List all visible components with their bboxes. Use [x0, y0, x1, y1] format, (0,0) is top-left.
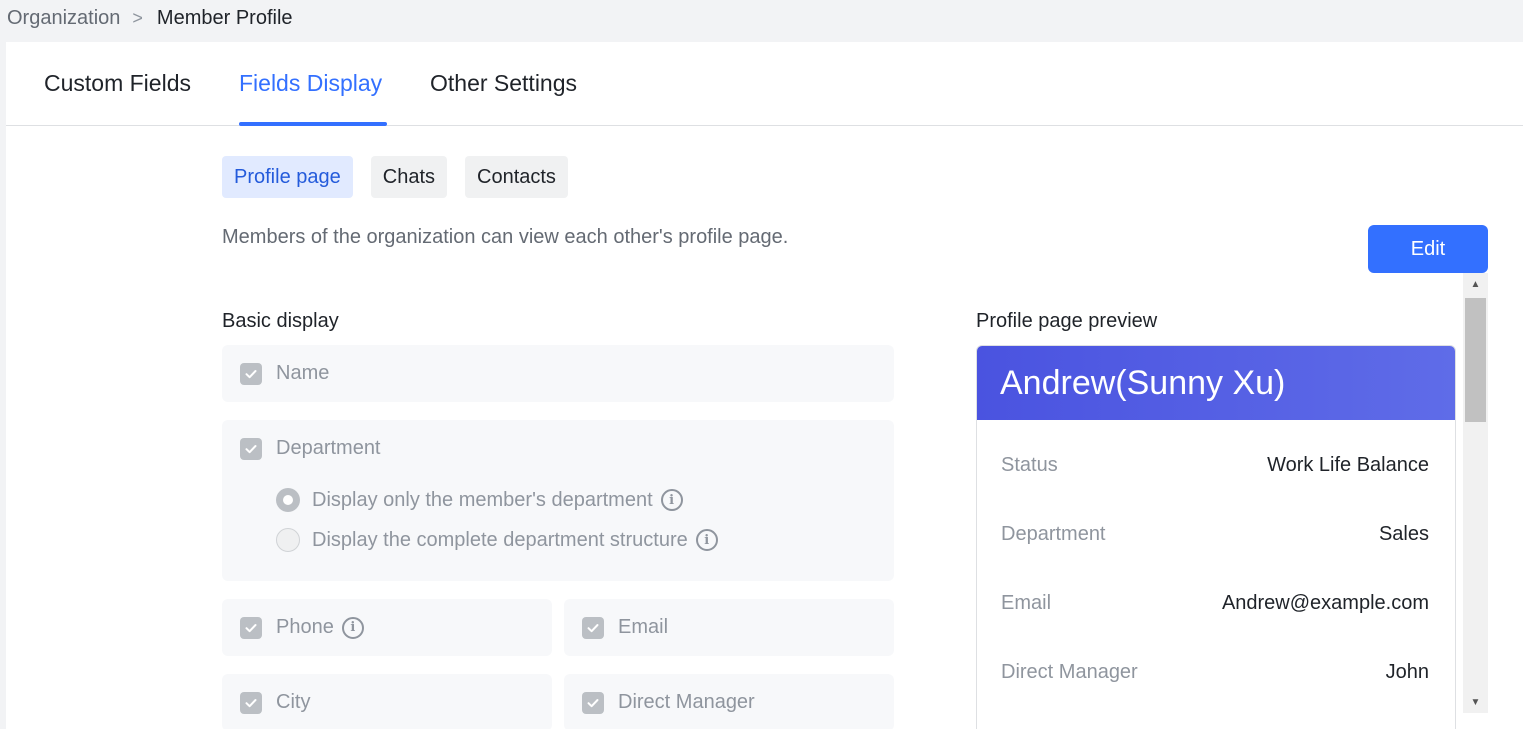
subtab-profile-page[interactable]: Profile page — [222, 156, 353, 198]
preview-header: Andrew(Sunny Xu) — [977, 346, 1455, 420]
department-option-label: Display the complete department structur… — [312, 528, 688, 551]
field-department-label: Department — [276, 437, 381, 459]
preview-row-label: Direct Manager — [1001, 661, 1138, 683]
field-phone-label: Phone — [276, 616, 334, 638]
check-icon — [582, 616, 604, 639]
tab-custom-fields[interactable]: Custom Fields — [44, 70, 191, 97]
preview-row-label: Status — [1001, 454, 1058, 476]
field-phone-row: Phone i — [240, 616, 364, 639]
radio-unselected-icon — [276, 528, 300, 552]
preview-row-label: Email — [1001, 592, 1052, 614]
edit-button[interactable]: Edit — [1368, 225, 1488, 273]
field-city-label: City — [276, 691, 311, 713]
info-icon: i — [660, 489, 683, 511]
main-panel: Custom Fields Fields Display Other Setti… — [6, 42, 1523, 729]
profile-preview-card: Andrew(Sunny Xu) Status Work Life Balanc… — [976, 345, 1456, 729]
field-direct-manager: Direct Manager — [564, 674, 894, 729]
subtab-chats[interactable]: Chats — [370, 156, 447, 198]
tab-bar: Custom Fields Fields Display Other Setti… — [6, 42, 1523, 126]
preview-row-value: Sales — [1378, 523, 1429, 545]
active-tab-indicator — [239, 122, 387, 126]
field-name: Name — [222, 345, 894, 402]
basic-display-title: Basic display — [222, 310, 339, 332]
info-icon: i — [341, 616, 364, 639]
breadcrumb-current: Member Profile — [156, 6, 293, 29]
department-option-full-structure: Display the complete department structur… — [276, 528, 718, 552]
tab-fields-display[interactable]: Fields Display — [239, 70, 382, 97]
field-name-row: Name — [240, 362, 329, 385]
field-name-label: Name — [276, 362, 330, 384]
scroll-up-icon[interactable]: ▲ — [1463, 273, 1488, 295]
subtab-bar: Profile page Chats Contacts — [222, 156, 586, 198]
preview-row-status: Status Work Life Balance — [1001, 454, 1429, 477]
field-email: Email — [564, 599, 894, 656]
check-icon — [582, 691, 604, 714]
department-option-member-only: Display only the member's department i — [276, 488, 683, 512]
preview-row-direct-manager: Direct Manager John — [1001, 661, 1429, 684]
check-icon — [240, 437, 262, 460]
field-city: City — [222, 674, 552, 729]
preview-member-name: Andrew(Sunny Xu) — [1000, 363, 1286, 402]
preview-title: Profile page preview — [976, 310, 1158, 332]
field-city-row: City — [240, 691, 310, 714]
preview-row-value: Work Life Balance — [1267, 454, 1429, 476]
field-direct-manager-label: Direct Manager — [618, 691, 755, 713]
preview-row-value: Andrew@example.com — [1221, 592, 1429, 614]
breadcrumb-organization[interactable]: Organization — [7, 7, 120, 30]
field-email-row: Email — [582, 616, 668, 639]
preview-scrollbar[interactable]: ▲ ▼ — [1463, 273, 1488, 713]
field-department: Department Display only the member's dep… — [222, 420, 894, 581]
field-phone: Phone i — [222, 599, 552, 656]
tab-other-settings[interactable]: Other Settings — [430, 70, 577, 97]
check-icon — [240, 616, 262, 639]
radio-selected-icon — [276, 488, 300, 512]
scrollbar-thumb[interactable] — [1465, 298, 1486, 422]
field-email-label: Email — [618, 616, 669, 638]
preview-row-value: John — [1385, 661, 1429, 683]
field-direct-manager-row: Direct Manager — [582, 691, 755, 714]
department-option-label: Display only the member's department — [312, 488, 653, 511]
subtab-contacts[interactable]: Contacts — [465, 156, 568, 198]
check-icon — [240, 691, 262, 714]
info-icon: i — [695, 529, 718, 551]
preview-row-department: Department Sales — [1001, 523, 1429, 546]
preview-row-label: Department — [1001, 523, 1106, 545]
breadcrumb: Organization > Member Profile — [7, 6, 293, 30]
page-description: Members of the organization can view eac… — [222, 226, 789, 248]
scroll-down-icon[interactable]: ▼ — [1463, 691, 1488, 713]
field-department-row: Department — [240, 437, 381, 460]
check-icon — [240, 362, 262, 385]
chevron-right-icon: > — [132, 7, 143, 28]
preview-row-email: Email Andrew@example.com — [1001, 592, 1429, 615]
